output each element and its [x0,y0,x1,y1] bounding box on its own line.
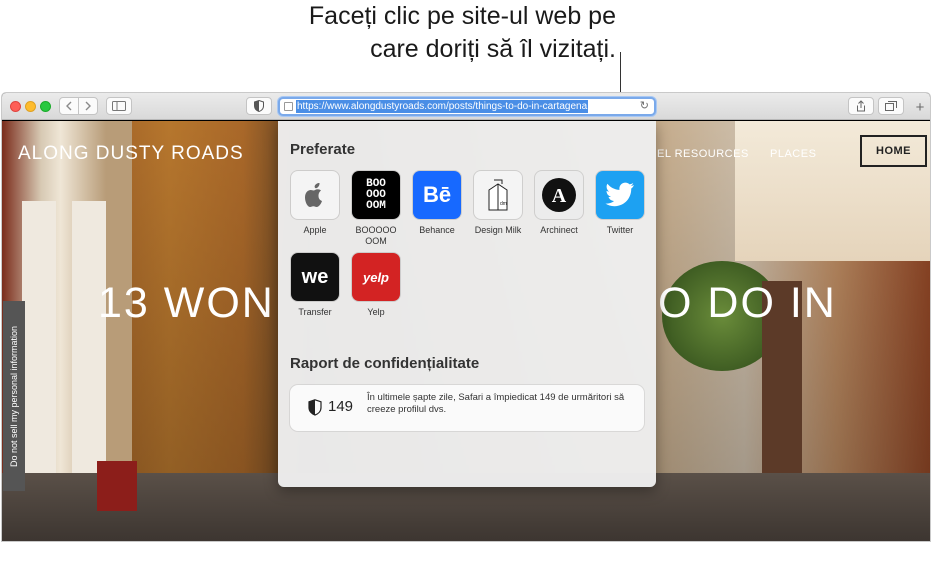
tile-text-line: BOO [366,177,386,190]
background-pillar [22,201,56,501]
tile-text: we [301,265,329,288]
reload-icon[interactable]: ↻ [640,99,649,112]
chevron-left-icon [66,101,72,111]
privacy-report-button[interactable] [246,97,272,115]
favorite-apple[interactable]: Apple [290,171,340,236]
favorite-archinect[interactable]: A Archinect [534,171,584,236]
sidebar-button[interactable] [106,97,132,115]
favorite-design-milk[interactable]: dm Design Milk [473,171,523,236]
shield-icon [254,100,264,112]
favorite-yelp[interactable]: yelp Yelp [351,253,401,318]
favorite-transfer[interactable]: we Transfer [290,253,340,318]
favorite-label: Apple [303,225,327,235]
favorite-twitter[interactable]: Twitter [595,171,645,236]
boooooom-tile: BOO OOO OOM [352,171,400,219]
minimize-window-button[interactable] [25,101,36,112]
tile-text: A [552,185,567,207]
callout-text: Faceți clic pe site-ul web pe care doriț… [216,0,616,66]
background-planter [97,461,137,511]
nav-resources[interactable]: EL RESOURCES [657,148,749,160]
tabs-overview-icon [885,101,897,111]
favorites-popover: Preferate Apple BOO OOO OOM BOOOOO OOM B… [278,121,656,487]
favorite-label: Twitter [606,225,634,235]
transfer-tile: we [291,253,339,301]
site-title[interactable]: ALONG DUSTY ROADS [18,143,244,165]
safari-window: https://www.alongdustyroads.com/posts/th… [1,92,931,542]
shield-icon [308,399,322,416]
privacy-report-title: Raport de confidențialitate [290,355,480,372]
chevron-right-icon [85,101,91,111]
privacy-report-text: În ultimele șapte zile, Safari a împiedi… [367,392,625,415]
privacy-report-card[interactable]: 149 În ultimele șapte zile, Safari a împ… [290,385,644,431]
background-pillar [72,201,106,501]
sidebar-icon [112,101,126,111]
callout-line-2: care doriți să îl vizitați. [370,35,616,63]
nav-home[interactable]: HOME [860,135,927,167]
tile-text: Bē [422,182,452,207]
tabs-overview-button[interactable] [878,97,904,115]
tile-text: yelp [362,269,389,285]
tile-text-line: OOO [366,188,386,201]
favorite-boooooom[interactable]: BOO OOO OOM BOOOOO OOM [351,171,401,247]
design-milk-tile: dm [474,171,522,219]
favorites-title: Preferate [290,141,356,158]
webpage: ALONG DUSTY ROADS EL RESOURCES PLACES HO… [2,121,930,541]
share-button[interactable] [848,97,874,115]
twitter-tile [596,171,644,219]
favorite-label: Transfer [298,307,332,317]
milk-carton-icon: dm [488,179,508,211]
favorite-behance[interactable]: Bē Behance [412,171,462,236]
favorite-label: Design Milk [474,225,522,235]
archinect-logo-icon: A [542,178,576,212]
new-tab-button[interactable]: + [910,98,930,120]
tracker-count: 149 [328,398,354,415]
apple-tile [291,171,339,219]
address-bar[interactable]: https://www.alongdustyroads.com/posts/th… [278,97,656,116]
page-icon [284,102,293,111]
favorite-label: Yelp [367,307,385,317]
tile-text-line: OOM [366,199,386,212]
toolbar: https://www.alongdustyroads.com/posts/th… [2,93,930,120]
archinect-tile: A [535,171,583,219]
callout-line-1: Faceți clic pe site-ul web pe [308,2,616,30]
favorite-label: Behance [419,225,455,235]
address-url[interactable]: https://www.alongdustyroads.com/posts/th… [296,100,589,113]
twitter-bird-icon [605,182,634,207]
favorite-label: Archinect [540,225,578,235]
apple-logo-icon [305,183,322,207]
yelp-tile: yelp [352,253,400,301]
nav-places[interactable]: PLACES [770,148,816,160]
close-window-button[interactable] [10,101,21,112]
favorite-label: BOOOOO OOM [355,225,397,246]
share-icon [857,100,865,112]
forward-button[interactable] [78,97,98,115]
tile-text: dm [500,201,507,207]
zoom-window-button[interactable] [40,101,51,112]
behance-tile: Bē [413,171,461,219]
do-not-sell-tab[interactable]: Do not sell my personal information [3,301,25,491]
hero-heading-right: O DO IN [658,279,837,327]
back-button[interactable] [59,97,79,115]
hero-heading-left: 13 WON [98,279,275,327]
